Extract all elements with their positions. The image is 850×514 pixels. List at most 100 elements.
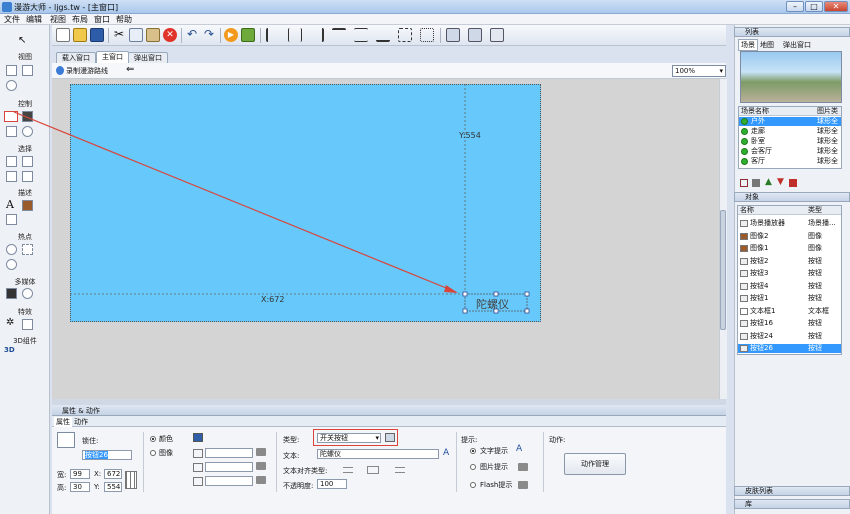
- object-name: 按钮1: [750, 294, 769, 302]
- object-row[interactable]: 图像1 图像: [738, 244, 841, 253]
- width-field[interactable]: 99: [70, 469, 90, 479]
- tab-properties[interactable]: 属性: [54, 417, 72, 427]
- scene-status-icon: [741, 128, 748, 135]
- color-radio[interactable]: [150, 436, 156, 442]
- import-scene-icon[interactable]: [740, 179, 748, 187]
- folder-icon[interactable]: [256, 476, 266, 484]
- tab-actions[interactable]: 动作: [74, 417, 88, 427]
- align-left-option-icon[interactable]: [343, 467, 353, 473]
- type-label: 类型:: [283, 436, 300, 444]
- object-name: 按钮24: [750, 331, 773, 340]
- object-row[interactable]: 按钮2 按钮: [738, 257, 841, 266]
- align-right-option-icon[interactable]: [395, 467, 405, 473]
- scene-row[interactable]: 会客厅 球形全: [739, 147, 841, 156]
- scene-row[interactable]: 客厅 球形全: [739, 157, 841, 166]
- scene-row[interactable]: 走廊 球形全: [739, 127, 841, 136]
- object-row[interactable]: 按钮1 按钮: [738, 294, 841, 303]
- flash-hint-radio[interactable]: [470, 482, 476, 488]
- button-preview-icon: [57, 432, 75, 448]
- text-hint-radio[interactable]: [470, 448, 476, 454]
- properties-title: 属性 & 动作: [62, 407, 100, 415]
- object-name: 按钮3: [750, 269, 769, 277]
- scene-type: 球形全: [817, 147, 838, 155]
- column-image-type: 图片类: [817, 107, 838, 115]
- group-divider: [143, 432, 144, 492]
- opacity-field[interactable]: 100: [317, 479, 347, 489]
- group-divider: [276, 432, 277, 492]
- font-settings-icon[interactable]: A: [443, 448, 449, 458]
- skin-list-header[interactable]: 皮肤列表: [734, 486, 850, 496]
- type-settings-icon[interactable]: [385, 433, 395, 442]
- object-name: 按钮16: [750, 319, 773, 327]
- type-select[interactable]: 开关按钮 ▾: [317, 433, 381, 443]
- column-object-type: 类型: [808, 206, 822, 214]
- align-center-option-icon[interactable]: [367, 466, 379, 474]
- y-field[interactable]: 554: [104, 482, 122, 492]
- image-hint-radio[interactable]: [470, 464, 476, 470]
- scene-type: 球形全: [817, 117, 838, 125]
- button-object-icon: [740, 257, 748, 265]
- width-label: 宽:: [57, 471, 67, 479]
- object-name: 图像1: [750, 244, 769, 252]
- image-object-icon: [740, 232, 748, 240]
- tab-scenes[interactable]: 场景: [738, 39, 758, 51]
- textbox-object-icon: [740, 307, 748, 315]
- scene-row[interactable]: 户外 球形全: [739, 117, 841, 127]
- object-name: 按钮2: [750, 256, 769, 265]
- image-hover-field[interactable]: [205, 462, 253, 472]
- anchor-grid-icon[interactable]: [125, 471, 137, 489]
- gyro-button[interactable]: 陀螺仪: [476, 296, 509, 312]
- move-up-icon[interactable]: ▲: [765, 177, 772, 187]
- x-field[interactable]: 672: [104, 469, 122, 479]
- image-normal-field[interactable]: [205, 448, 253, 458]
- height-field[interactable]: 30: [70, 482, 90, 492]
- folder-icon[interactable]: [518, 463, 528, 471]
- object-type: 场景播...: [808, 219, 836, 227]
- list-header: 列表: [734, 27, 850, 37]
- folder-icon[interactable]: [518, 481, 528, 489]
- library-header[interactable]: 库: [734, 499, 850, 509]
- scene-type: 球形全: [817, 137, 838, 145]
- action-manager-button[interactable]: 动作管理: [564, 453, 626, 475]
- object-row[interactable]: 按钮24 按钮: [738, 332, 841, 341]
- hint-font-icon[interactable]: A: [516, 444, 522, 454]
- button-object-icon: [740, 320, 748, 327]
- image-hint-label: 图片提示: [480, 463, 508, 471]
- object-name: 按钮4: [750, 281, 769, 290]
- folder-icon[interactable]: [256, 448, 266, 456]
- image-hover-icon: [193, 463, 203, 472]
- color-label: 颜色: [159, 435, 173, 443]
- image-pressed-field[interactable]: [205, 476, 253, 486]
- tab-popup[interactable]: 弹出窗口: [783, 40, 811, 50]
- object-row[interactable]: 场景播放器 场景播...: [738, 219, 841, 228]
- scene-settings-icon[interactable]: [789, 179, 797, 187]
- delete-scene-icon[interactable]: [752, 179, 760, 187]
- object-row[interactable]: 按钮16 按钮: [738, 319, 841, 328]
- folder-icon[interactable]: [256, 462, 266, 470]
- scene-row[interactable]: 卧室 球形全: [739, 137, 841, 146]
- image-radio[interactable]: [150, 450, 156, 456]
- object-row[interactable]: 按钮4 按钮: [738, 282, 841, 291]
- button-object-icon: [740, 270, 748, 277]
- object-row[interactable]: 按钮26 按钮: [738, 344, 841, 354]
- resize-handle: [524, 291, 530, 297]
- object-row[interactable]: 文本框1 文本框: [738, 307, 841, 316]
- button-object-icon: [740, 282, 748, 290]
- group-divider: [543, 432, 544, 492]
- height-label: 高:: [57, 484, 67, 492]
- color-swatch[interactable]: [193, 433, 203, 442]
- annotation-arrowhead: [444, 285, 458, 293]
- tab-map[interactable]: 地图: [760, 40, 774, 50]
- object-name-value: 按钮26: [85, 451, 108, 459]
- object-name-field[interactable]: 按钮26: [82, 450, 132, 460]
- image-object-icon: [740, 245, 748, 252]
- object-row[interactable]: 图像2 图像: [738, 232, 841, 241]
- y-label: Y:: [94, 483, 100, 491]
- object-row[interactable]: 按钮3 按钮: [738, 269, 841, 278]
- object-type: 按钮: [808, 331, 822, 340]
- text-field[interactable]: 陀螺仪: [317, 449, 439, 459]
- flash-hint-label: Flash提示: [480, 481, 513, 489]
- column-scene-name: 场景名称: [741, 107, 769, 115]
- object-type: 图像: [808, 231, 822, 240]
- move-down-icon[interactable]: ▼: [777, 177, 784, 187]
